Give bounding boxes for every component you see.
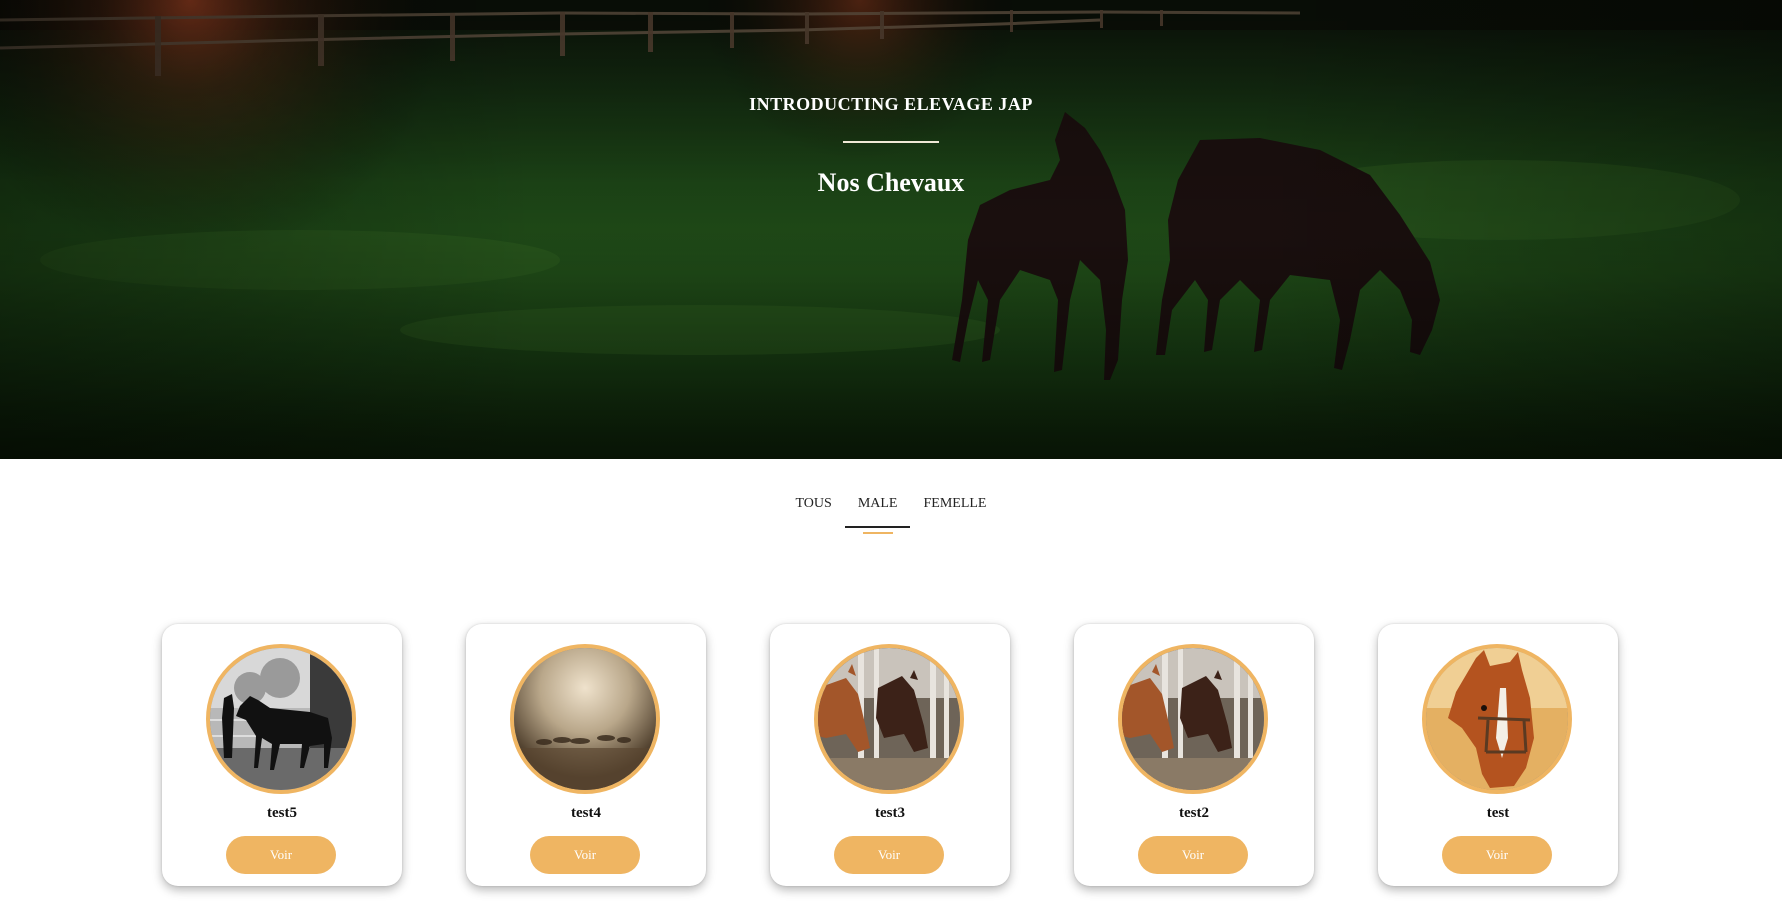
chestnut-horse-portrait-image	[1426, 648, 1568, 790]
horse-photo	[1422, 644, 1572, 794]
view-horse-button[interactable]: Voir	[226, 836, 336, 874]
view-horse-button[interactable]: Voir	[530, 836, 640, 874]
tab-male[interactable]: MALE	[844, 494, 911, 534]
horse-photo	[510, 644, 660, 794]
horse-name: test5	[267, 805, 297, 821]
tab-tous[interactable]: TOUS	[783, 494, 845, 534]
hero-background-image	[0, 0, 1782, 459]
horse-name: test	[1486, 805, 1510, 821]
hero-banner: INTRODUCTING ELEVAGE JAP Nos Chevaux	[0, 0, 1782, 459]
horses-in-stable-image	[818, 648, 960, 790]
view-horse-button[interactable]: Voir	[1138, 836, 1248, 874]
horse-photo	[206, 644, 356, 794]
horse-name: test4	[571, 805, 601, 821]
horses-in-stable-image	[1122, 648, 1264, 790]
page-title: Nos Chevaux	[817, 168, 965, 197]
gender-filter-tabs: TOUS MALE FEMELLE	[0, 494, 1782, 534]
horse-card: test3 Voir	[770, 624, 1010, 886]
horse-card: test4 Voir	[466, 624, 706, 886]
horse-photo	[814, 644, 964, 794]
horse-card: test Voir	[1378, 624, 1618, 886]
horse-card-grid: test5 Voir test4 Voir test3 Voir test2 V…	[162, 624, 1622, 886]
view-horse-button[interactable]: Voir	[834, 836, 944, 874]
horse-photo	[1118, 644, 1268, 794]
view-horse-button[interactable]: Voir	[1442, 836, 1552, 874]
horse-name: test2	[1179, 805, 1209, 821]
horse-card: test2 Voir	[1074, 624, 1314, 886]
hero-divider	[843, 141, 939, 143]
horse-card: test5 Voir	[162, 624, 402, 886]
horse-silhouette-bw-image	[210, 648, 352, 790]
tab-femelle[interactable]: FEMELLE	[910, 494, 999, 534]
hero-kicker: INTRODUCTING ELEVAGE JAP	[749, 94, 1033, 114]
horses-misty-field-image	[514, 648, 656, 790]
horse-name: test3	[875, 805, 905, 821]
